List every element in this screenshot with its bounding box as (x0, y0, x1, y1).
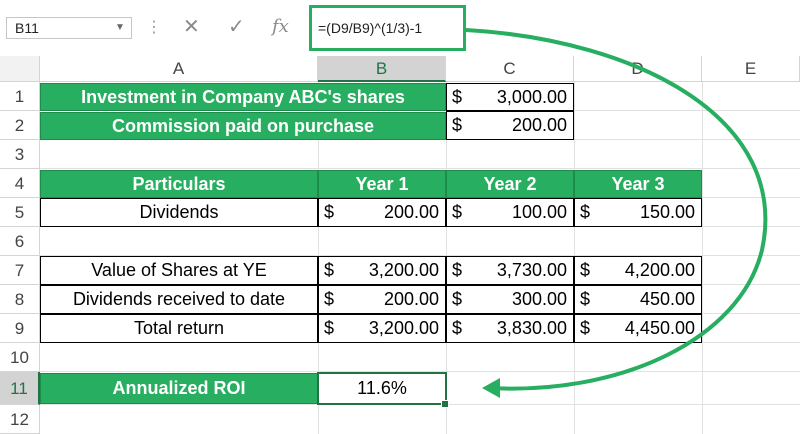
currency-symbol: $ (324, 260, 335, 280)
cell-d7[interactable]: $ 4,200.00 (574, 256, 702, 285)
currency-symbol: $ (452, 87, 463, 107)
cell-amount: 200.00 (511, 115, 567, 135)
currency-symbol: $ (324, 318, 335, 338)
row-header-6[interactable]: 6 (0, 227, 40, 256)
chevron-down-icon[interactable]: ▼ (115, 17, 125, 39)
currency-symbol: $ (324, 202, 335, 222)
cell-c4[interactable]: Year 2 (446, 170, 574, 198)
cell-amount: 4,200.00 (624, 260, 695, 280)
currency-symbol: $ (324, 289, 335, 309)
row-header-5[interactable]: 5 (0, 198, 40, 227)
cell-c8[interactable]: $ 300.00 (446, 285, 574, 314)
cell-amount: 150.00 (639, 202, 695, 222)
select-all-corner[interactable] (0, 56, 40, 82)
row-header-10[interactable]: 10 (0, 343, 40, 372)
row-header-4[interactable]: 4 (0, 169, 40, 198)
row-header-2[interactable]: 2 (0, 111, 40, 140)
cell-amount: 3,200.00 (368, 260, 439, 280)
column-header-a[interactable]: A (40, 56, 318, 82)
cell-amount: 3,000.00 (496, 87, 567, 107)
row-header-12[interactable]: 12 (0, 405, 40, 434)
check-icon[interactable]: ✓ (228, 15, 245, 39)
column-header-d[interactable]: D (574, 56, 702, 82)
cell-b4[interactable]: Year 1 (318, 170, 446, 198)
cell-a4[interactable]: Particulars (40, 170, 318, 198)
cell-amount: 100.00 (511, 202, 567, 222)
cell-d8[interactable]: $ 450.00 (574, 285, 702, 314)
currency-symbol: $ (452, 289, 463, 309)
column-header-b[interactable]: B (318, 56, 446, 82)
currency-symbol: $ (452, 260, 463, 280)
row-header-9[interactable]: 9 (0, 314, 40, 343)
cell-amount: 3,200.00 (368, 318, 439, 338)
cell-c9[interactable]: $ 3,830.00 (446, 314, 574, 343)
cell-amount: 200.00 (383, 202, 439, 222)
column-header-e[interactable]: E (702, 56, 800, 82)
more-options-icon[interactable]: ⋮ (146, 18, 162, 38)
currency-symbol: $ (452, 202, 463, 222)
column-header-c[interactable]: C (446, 56, 574, 82)
fx-icon[interactable]: fx (272, 15, 289, 39)
cell-a7[interactable]: Value of Shares at YE (40, 256, 318, 285)
cell-c1[interactable]: $ 3,000.00 (446, 83, 574, 111)
cell-c5[interactable]: $ 100.00 (446, 198, 574, 227)
currency-symbol: $ (580, 202, 591, 222)
cell-a8[interactable]: Dividends received to date (40, 285, 318, 314)
cell-a11[interactable]: Annualized ROI (40, 373, 318, 404)
cell-a9[interactable]: Total return (40, 314, 318, 343)
formula-bar-area: B11 ▼ ⋮ ✕ ✓ fx =(D9/B9)^(1/3)-1 (0, 0, 800, 57)
cell-amount: 200.00 (383, 289, 439, 309)
cell-c2[interactable]: $ 200.00 (446, 111, 574, 140)
fill-handle[interactable] (441, 400, 449, 408)
gridline (40, 168, 800, 169)
gridline (702, 82, 703, 434)
formula-input[interactable]: =(D9/B9)^(1/3)-1 (309, 5, 466, 51)
cell-a5[interactable]: Dividends (40, 198, 318, 227)
cell-d4[interactable]: Year 3 (574, 170, 702, 198)
cell-d5[interactable]: $ 150.00 (574, 198, 702, 227)
cell-amount: 3,830.00 (496, 318, 567, 338)
cell-amount: 3,730.00 (496, 260, 567, 280)
close-icon[interactable]: ✕ (183, 15, 200, 39)
cell-amount: 300.00 (511, 289, 567, 309)
column-headers: A B C D E (0, 56, 800, 82)
currency-symbol: $ (452, 318, 463, 338)
cell-b11[interactable]: 11.6% (317, 372, 447, 405)
cell-amount: 450.00 (639, 289, 695, 309)
cell-a1[interactable]: Investment in Company ABC's shares (40, 83, 446, 111)
currency-symbol: $ (580, 318, 591, 338)
row-header-8[interactable]: 8 (0, 285, 40, 314)
cell-b7[interactable]: $ 3,200.00 (318, 256, 446, 285)
currency-symbol: $ (580, 289, 591, 309)
row-header-7[interactable]: 7 (0, 256, 40, 285)
row-header-3[interactable]: 3 (0, 140, 40, 169)
cell-b8[interactable]: $ 200.00 (318, 285, 446, 314)
cell-a2[interactable]: Commission paid on purchase (40, 112, 446, 140)
row-header-11[interactable]: 11 (0, 372, 40, 405)
currency-symbol: $ (452, 115, 463, 135)
currency-symbol: $ (580, 260, 591, 280)
name-box[interactable]: B11 (6, 17, 132, 39)
cell-b9[interactable]: $ 3,200.00 (318, 314, 446, 343)
row-header-1[interactable]: 1 (0, 82, 40, 111)
cell-c7[interactable]: $ 3,730.00 (446, 256, 574, 285)
cell-b5[interactable]: $ 200.00 (318, 198, 446, 227)
cell-d9[interactable]: $ 4,450.00 (574, 314, 702, 343)
cell-amount: 4,450.00 (624, 318, 695, 338)
